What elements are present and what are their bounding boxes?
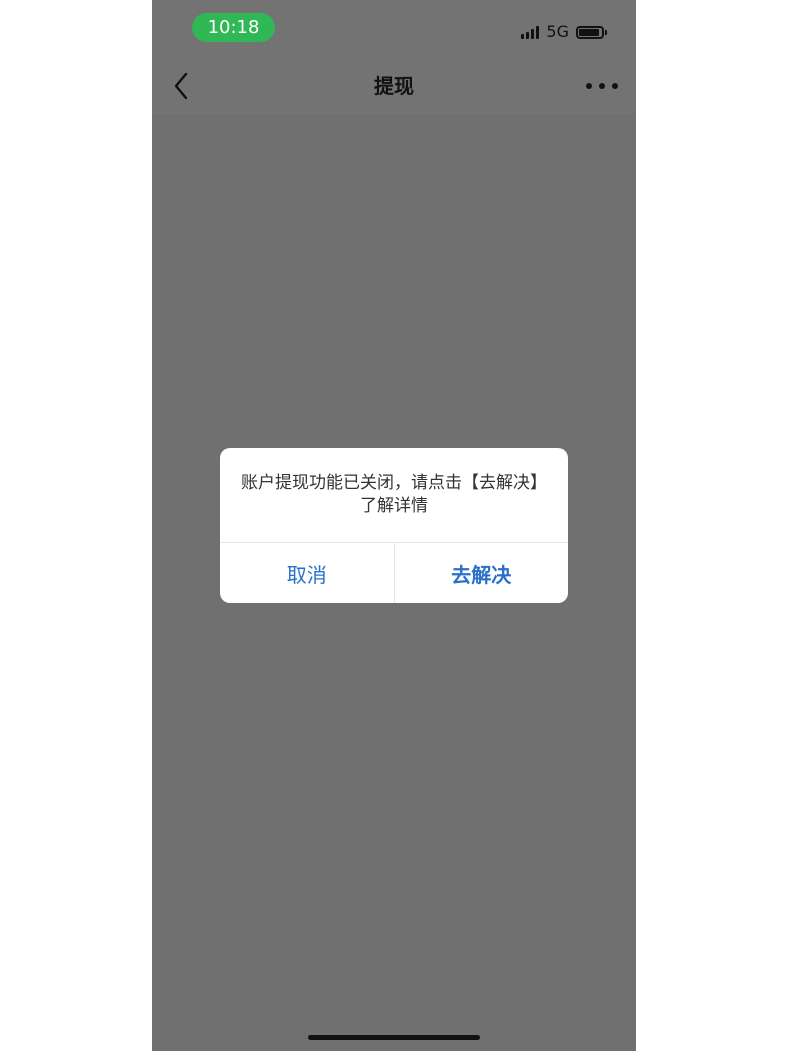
phone-screen: 10:18 5G 提现 账户提现功能已关闭，请点击【去解决】了解详情 取消 去解… bbox=[152, 0, 636, 1051]
cancel-button[interactable]: 取消 bbox=[220, 543, 394, 603]
page-title: 提现 bbox=[374, 74, 414, 98]
status-time: 10:18 bbox=[192, 13, 275, 42]
dialog-actions: 取消 去解决 bbox=[220, 542, 568, 603]
signal-icon bbox=[521, 25, 540, 39]
status-indicators: 5G bbox=[521, 20, 607, 44]
resolve-button[interactable]: 去解决 bbox=[395, 543, 569, 603]
home-indicator[interactable] bbox=[308, 1035, 480, 1040]
alert-dialog: 账户提现功能已关闭，请点击【去解决】了解详情 取消 去解决 bbox=[220, 448, 568, 603]
dialog-message: 账户提现功能已关闭，请点击【去解决】了解详情 bbox=[241, 473, 547, 516]
top-bar: 10:18 5G 提现 bbox=[152, 0, 636, 114]
more-dots-icon[interactable] bbox=[586, 80, 618, 92]
battery-icon bbox=[576, 25, 607, 39]
network-label: 5G bbox=[546, 22, 569, 41]
